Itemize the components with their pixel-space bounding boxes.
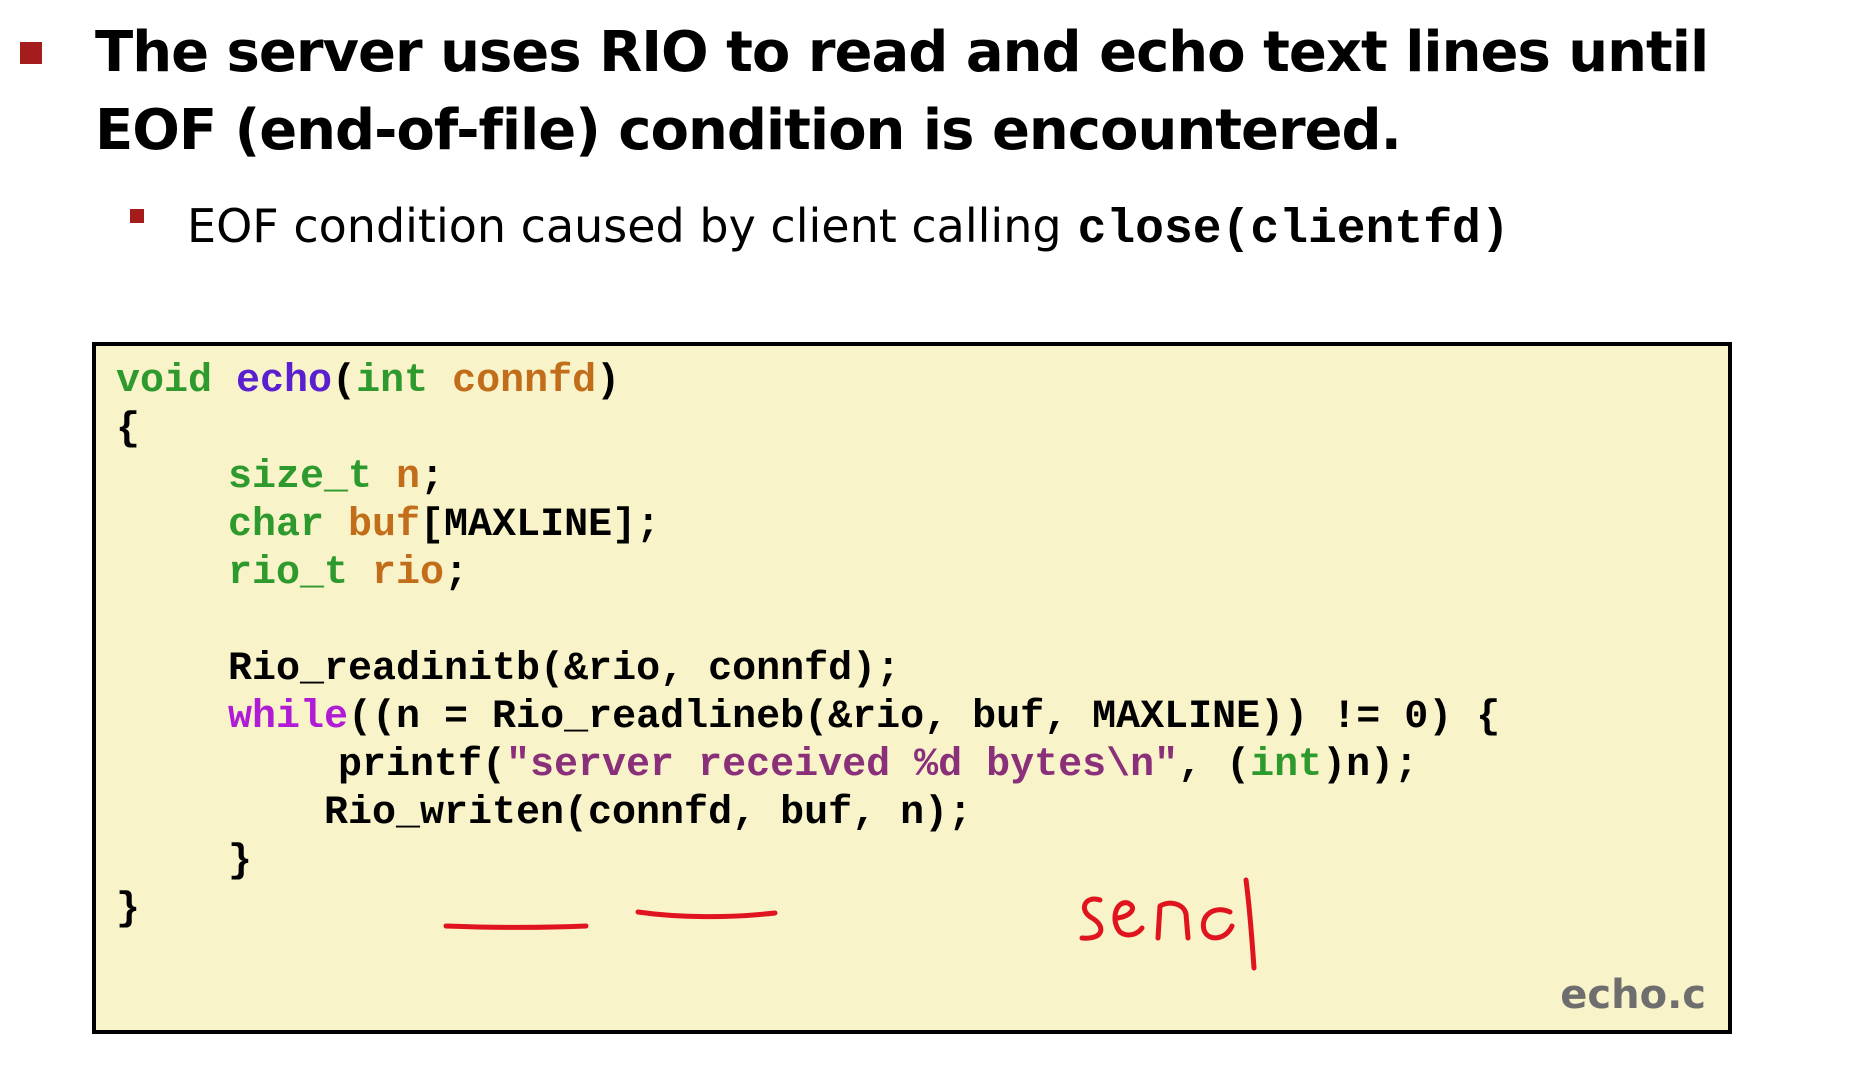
keyword-void: void: [116, 359, 213, 404]
type-int-cast: int: [1250, 743, 1323, 788]
sub-bullet-marker: [130, 209, 144, 223]
sub-bullet-code: close(clientfd): [1077, 203, 1510, 257]
function-name-echo: echo: [236, 359, 333, 404]
main-bullet-text: The server uses RIO to read and echo tex…: [95, 20, 1709, 163]
code-paren-close: ): [596, 359, 621, 404]
code-line-5: rio_t rio;: [228, 550, 468, 598]
code-line-8: printf("server received %d bytes\n", (in…: [338, 742, 1418, 790]
main-bullet-marker: [20, 42, 42, 64]
type-int: int: [356, 359, 429, 404]
param-connfd: connfd: [452, 359, 597, 404]
var-buf: buf: [348, 503, 421, 548]
sub-bullet: EOF condition caused by client calling cl…: [187, 194, 1510, 262]
code-line-10: }: [228, 839, 253, 884]
var-n: n: [396, 455, 421, 500]
code-cast-end: )n);: [1322, 743, 1419, 788]
code-line-6: Rio_readinitb(&rio, connfd);: [228, 647, 901, 692]
code-cast-open: , (: [1178, 743, 1251, 788]
sub-bullet-text: EOF condition caused by client calling: [187, 199, 1062, 253]
code-line-2: {: [116, 407, 141, 452]
code-semicolon: ;: [420, 455, 445, 500]
type-char: char: [228, 503, 325, 548]
type-rio-t: rio_t: [228, 551, 349, 596]
code-paren-open: (: [332, 359, 357, 404]
code-line-11: }: [116, 887, 141, 932]
code-while-condition: ((n = Rio_readlineb(&rio, buf, MAXLINE))…: [348, 695, 1501, 740]
code-block: void echo(int connfd) { size_t n; char b…: [92, 342, 1732, 1034]
code-line-9: Rio_writen(connfd, buf, n);: [324, 791, 973, 836]
code-line-1: void echo(int connfd): [116, 358, 620, 406]
type-size-t: size_t: [228, 455, 373, 500]
filename-label: echo.c: [1560, 972, 1706, 1018]
code-line-3: size_t n;: [228, 454, 444, 502]
code-semicolon: ;: [444, 551, 469, 596]
keyword-while: while: [228, 695, 349, 740]
code-array-size: [MAXLINE];: [420, 503, 661, 548]
function-printf: printf(: [338, 743, 507, 788]
code-line-4: char buf[MAXLINE];: [228, 502, 660, 550]
code-line-7: while((n = Rio_readlineb(&rio, buf, MAXL…: [228, 694, 1500, 742]
var-rio: rio: [372, 551, 445, 596]
string-literal: "server received %d bytes\n": [506, 743, 1179, 788]
